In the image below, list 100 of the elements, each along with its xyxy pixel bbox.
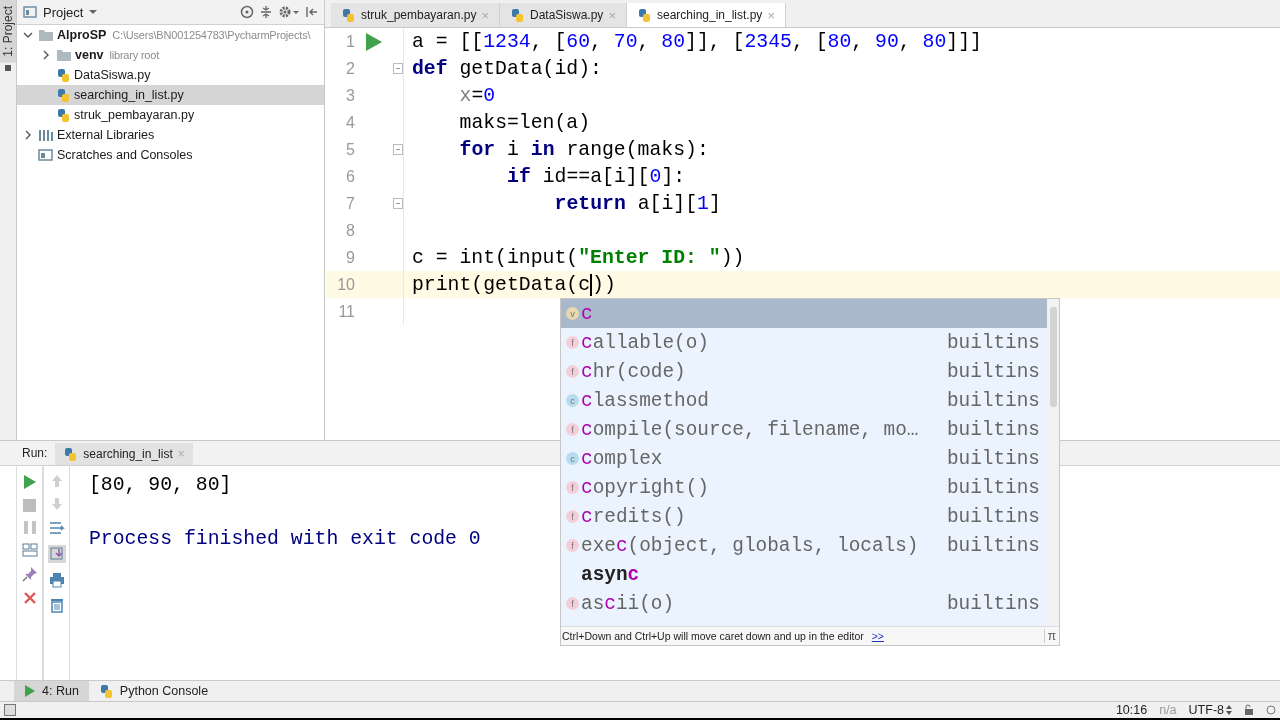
python-file-icon <box>341 7 356 23</box>
line-number: 3 <box>345 86 355 105</box>
hide-panel-icon[interactable] <box>306 6 318 18</box>
crosshair-icon[interactable] <box>240 5 254 19</box>
completion-item[interactable]: f ascii(o) builtins <box>561 589 1047 618</box>
fold-marker-icon[interactable] <box>393 198 403 209</box>
completion-item[interactable]: f copyright() builtins <box>561 473 1047 502</box>
scrollbar-thumb[interactable] <box>1050 307 1057 407</box>
console-output: Process finished with exit code 0 <box>89 527 481 552</box>
close-icon[interactable] <box>22 591 37 605</box>
print-icon[interactable] <box>48 572 65 588</box>
type-badge-icon: c <box>566 452 579 465</box>
completion-item[interactable]: async <box>561 560 1047 589</box>
fold-marker-icon[interactable] <box>393 63 403 74</box>
python-file-icon <box>98 683 114 699</box>
completion-source: builtins <box>946 389 1040 412</box>
run-icon[interactable] <box>22 474 37 490</box>
tool-window-tab[interactable]: Python Console <box>88 681 219 701</box>
run-icon <box>24 684 36 698</box>
completion-name: c lassmethod <box>581 389 710 412</box>
line-number: 1 <box>345 32 355 51</box>
code-line: if id==a[i][0]: <box>506 165 686 188</box>
tool-window-tab[interactable]: 4: Run <box>14 681 89 701</box>
type-badge-icon: c <box>566 394 579 407</box>
tab-label: Python Console <box>119 684 209 698</box>
item-name: AlproSP <box>57 28 107 42</box>
soft-wrap-icon[interactable] <box>48 520 65 536</box>
fold-marker-icon[interactable] <box>393 144 403 155</box>
completion-item[interactable]: f callable(o) builtins <box>561 328 1047 357</box>
type-badge-icon: f <box>566 539 579 552</box>
panel-title[interactable]: Project <box>23 4 98 20</box>
completion-name: c <box>581 302 594 325</box>
completion-item[interactable]: f c redits() builtins <box>561 502 1047 531</box>
completion-item[interactable]: c c lassmethod builtins <box>561 386 1047 415</box>
pin-icon[interactable] <box>21 566 38 582</box>
panel-icon <box>23 6 37 18</box>
type-badge-icon: f <box>566 510 579 523</box>
run-tab[interactable]: searching_in_list × <box>55 443 193 465</box>
tab-label: DataSiswa.py <box>530 8 604 22</box>
tree-item[interactable]: struk_pembayaran.py <box>17 105 324 125</box>
tree-item[interactable]: searching_in_list.py <box>17 85 324 105</box>
python-file-icon <box>510 7 525 23</box>
more-link[interactable]: >> <box>871 630 884 642</box>
tool-window-button[interactable]: 1: Project <box>0 0 16 63</box>
completion-source: builtins <box>946 534 1040 557</box>
item-name: External Libraries <box>57 128 155 142</box>
item-hint: C:\Users\BN001254783\PycharmProjects\ <box>112 29 311 41</box>
layout-icon[interactable] <box>21 543 38 557</box>
tree-item[interactable]: Scratches and Consoles <box>17 145 324 165</box>
library-icon <box>38 128 54 142</box>
code-line: def getData(id): <box>411 57 602 80</box>
tree-item[interactable]: AlproSP C:\Users\BN001254783\PycharmProjects\ <box>17 25 324 45</box>
completion-item[interactable]: f compile(source, filename, mo… builtins <box>561 415 1047 444</box>
type-badge-icon: f <box>566 365 579 378</box>
file-tab[interactable]: DataSiswa.py × <box>500 3 627 27</box>
code-line: a = [[1234, [60, 70, 80]], [2345, [80, 90, 80]]] <box>411 30 982 53</box>
tree-item[interactable]: External Libraries <box>17 125 324 145</box>
code-line: c = int(input("Enter ID: ")) <box>411 246 745 269</box>
up-down-icon[interactable] <box>1226 705 1232 715</box>
tab-label: searching_in_list.py <box>656 8 763 22</box>
tab-label: struk_pembayaran.py <box>361 8 477 22</box>
file-tab[interactable]: struk_pembayaran.py × <box>331 3 500 27</box>
type-badge-icon: f <box>566 597 579 610</box>
completion-source: builtins <box>946 418 1040 441</box>
caret-position[interactable]: 10:16 <box>1115 703 1148 717</box>
tab-label: searching_in_list <box>83 447 173 461</box>
collapse-all-icon[interactable] <box>260 5 272 19</box>
line-number: 11 <box>337 302 355 321</box>
line-number: 7 <box>345 194 355 213</box>
folder-icon <box>56 48 72 62</box>
run-icon[interactable] <box>365 31 383 52</box>
completion-item[interactable]: f chr(code) builtins <box>561 357 1047 386</box>
completion-source: builtins <box>946 447 1040 470</box>
pin-button[interactable]: π <box>1043 629 1059 643</box>
completion-item[interactable]: c complex builtins <box>561 444 1047 473</box>
completion-name: ascii(o) <box>581 592 676 615</box>
type-badge-icon: f <box>566 481 579 494</box>
tree-item[interactable]: DataSiswa.py <box>17 65 324 85</box>
trash-icon[interactable] <box>49 597 64 613</box>
completion-name: compile(source, filename, mo… <box>581 418 920 441</box>
item-name: venv <box>75 48 104 62</box>
file-tab[interactable]: searching_in_list.py × <box>626 3 786 27</box>
completion-name: chr(code) <box>581 360 687 383</box>
encoding[interactable]: UTF-8 <box>1188 703 1224 717</box>
tool-windows-icon[interactable] <box>4 704 16 716</box>
completion-source: builtins <box>946 331 1040 354</box>
type-badge-icon: f <box>566 336 579 349</box>
line-number: 6 <box>345 167 355 186</box>
code-line: maks=len(a) <box>458 111 591 134</box>
item-name: struk_pembayaran.py <box>74 108 195 122</box>
completion-source: builtins <box>946 476 1040 499</box>
lock-icon[interactable] <box>1244 704 1254 716</box>
completion-name: complex <box>581 447 664 470</box>
tree-item[interactable]: venv library root <box>17 45 324 65</box>
completion-item[interactable]: f exec(object, globals, locals) builtins <box>561 531 1047 560</box>
item-name: Scratches and Consoles <box>57 148 193 162</box>
settings-icon[interactable] <box>278 5 300 19</box>
line-number: 5 <box>345 140 355 159</box>
python-file-icon <box>56 67 71 83</box>
scroll-to-end-icon[interactable] <box>47 545 66 563</box>
